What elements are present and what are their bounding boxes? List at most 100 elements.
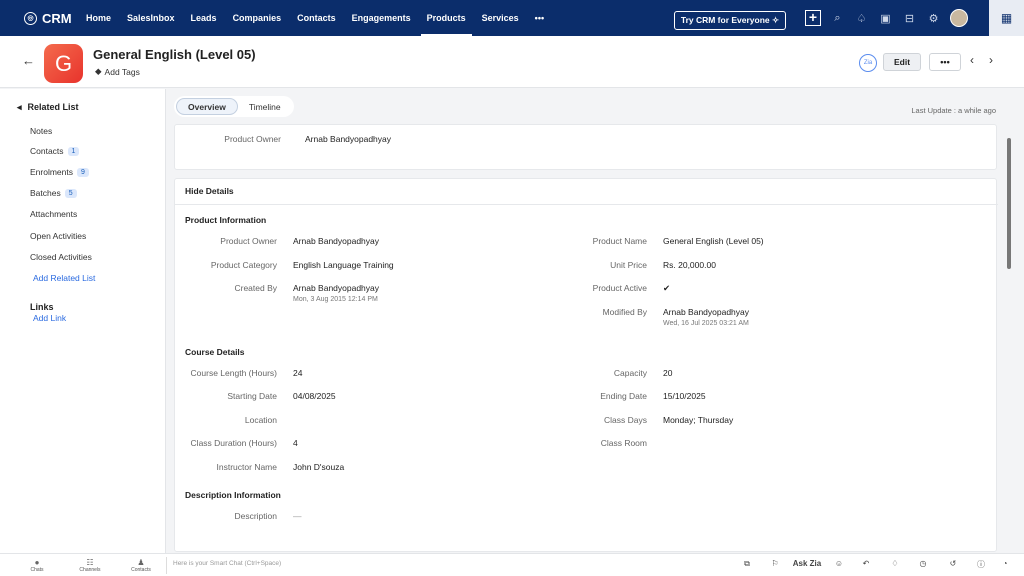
field-label: Capacity — [613, 368, 647, 378]
field-value: 20 — [663, 368, 673, 378]
contacts-label: Contacts — [131, 567, 151, 573]
announce-icon[interactable]: ⚐ — [766, 559, 784, 568]
topbar-icons: + ⌕ ♤ ▣ ⊟ ⚙ — [805, 9, 968, 27]
notification-bell-icon[interactable]: ♤ — [854, 11, 869, 26]
divider — [175, 204, 998, 205]
record-tabs: Overview Timeline — [174, 96, 294, 117]
field-value: Monday; Thursday — [663, 415, 734, 425]
field-label: Product Name — [592, 236, 647, 246]
channels-button[interactable]: ☷ Channels — [75, 558, 105, 573]
scrollbar-thumb[interactable] — [1007, 138, 1011, 269]
alarm-icon[interactable]: ◷ — [914, 559, 932, 568]
tab-timeline[interactable]: Timeline — [238, 98, 292, 115]
count-badge: 1 — [67, 146, 80, 156]
field-label: Ending Date — [600, 391, 647, 401]
summary-owner-value: Arnab Bandyopadhyay — [305, 134, 392, 144]
edit-button[interactable]: Edit — [883, 53, 921, 71]
create-plus-icon[interactable]: + — [805, 10, 821, 26]
sidebar-item-label: Batches — [30, 188, 61, 198]
add-link[interactable]: Add Link — [33, 313, 66, 323]
sidebar-item-open-activities[interactable]: Open Activities — [30, 231, 86, 241]
screenshot-icon[interactable]: ⧉ — [738, 559, 756, 569]
add-related-list-link[interactable]: Add Related List — [33, 273, 95, 283]
related-list-title[interactable]: ◂ Related List — [17, 102, 79, 113]
sidebar-item-enrolments[interactable]: Enrolments 9 — [30, 167, 89, 177]
history-icon[interactable]: ↺ — [944, 559, 962, 568]
contacts-icon: ♟ — [137, 558, 145, 567]
contacts-button[interactable]: ♟ Contacts — [126, 558, 156, 573]
nav-leads[interactable]: Leads — [183, 0, 225, 36]
sidebar-item-label: Attachments — [30, 209, 78, 219]
ask-zia-button[interactable]: Ask Zia — [792, 559, 822, 568]
chat-icon: ● — [34, 558, 40, 567]
field-value: Arnab Bandyopadhyay — [663, 307, 750, 317]
sidebar-item-batches[interactable]: Batches 5 — [30, 188, 77, 198]
back-arrow-icon[interactable]: ← — [22, 53, 35, 68]
marketplace-icon[interactable]: ⊟ — [902, 11, 917, 26]
sidebar-item-label: Closed Activities — [30, 252, 92, 262]
channels-icon: ☷ — [86, 558, 94, 567]
add-tags-link[interactable]: ◆ Add Tags — [95, 66, 140, 77]
nav-contacts[interactable]: Contacts — [289, 0, 344, 36]
prev-record-icon[interactable]: ‹ — [970, 53, 974, 67]
settings-gear-icon[interactable]: ⚙ — [926, 11, 941, 26]
field-value: Arnab Bandyopadhyay — [293, 236, 380, 246]
bottom-bar: ● Chats ☷ Channels ♟ Contacts Here is your … — [0, 553, 1024, 576]
nav-salesinbox[interactable]: SalesInbox — [119, 0, 183, 36]
product-avatar: G — [44, 44, 83, 83]
sidebar-item-label: Notes — [30, 126, 53, 136]
user-avatar[interactable] — [950, 9, 968, 27]
chats-button[interactable]: ● Chats — [22, 558, 52, 573]
info-icon[interactable]: ⓘ — [972, 559, 990, 570]
field-value: 24 — [293, 368, 303, 378]
crm-logo[interactable]: ◎ CRM — [0, 11, 72, 26]
summary-card: Product Owner Arnab Bandyopadhyay — [174, 124, 997, 170]
scrollbar[interactable] — [1005, 124, 1013, 550]
crm-logo-icon: ◎ — [24, 11, 37, 25]
next-record-icon[interactable]: › — [989, 53, 993, 67]
sidebar-item-label: Open Activities — [30, 231, 87, 241]
calendar-icon[interactable]: ▣ — [878, 11, 893, 26]
channels-label: Channels — [79, 567, 101, 573]
collapse-icon[interactable]: ◂ — [17, 102, 22, 113]
tab-overview[interactable]: Overview — [176, 98, 238, 115]
field-label: Product Owner — [220, 236, 277, 246]
undo-icon[interactable]: ↶ — [857, 559, 875, 568]
zia-icon[interactable]: Zia — [859, 54, 877, 72]
field-value: — — [293, 511, 302, 521]
sidebar-item-notes[interactable]: Notes — [30, 126, 52, 136]
feedback-icon[interactable]: ☺ — [830, 559, 848, 568]
sidebar-item-contacts[interactable]: Contacts 1 — [30, 146, 80, 156]
app-name: CRM — [42, 10, 72, 26]
field-label: Product Category — [210, 260, 277, 270]
sidebar-item-attachments[interactable]: Attachments — [30, 209, 77, 219]
details-card: Hide Details Product Information Product… — [174, 178, 998, 552]
apps-grid-icon[interactable]: ▦ — [989, 0, 1024, 36]
nav-products[interactable]: Products — [419, 0, 474, 36]
last-update-text: Last Update : a while ago — [911, 106, 996, 115]
related-list-label: Related List — [27, 102, 79, 112]
try-crm-button[interactable]: Try CRM for Everyone ✧ — [674, 11, 786, 30]
field-label: Location — [244, 415, 277, 425]
nav-services[interactable]: Services — [474, 0, 527, 36]
field-label: Class Room — [600, 438, 647, 448]
checkmark-icon: ✔ — [663, 283, 671, 293]
field-value: English Language Training — [293, 260, 394, 270]
hide-details-toggle[interactable]: Hide Details — [185, 186, 234, 196]
nav-companies[interactable]: Companies — [225, 0, 290, 36]
nav-more-button[interactable]: ••• — [527, 0, 552, 36]
instructor-link[interactable]: John D'souza — [293, 462, 344, 472]
nav-home[interactable]: Home — [78, 0, 119, 36]
search-icon[interactable]: ⌕ — [830, 11, 845, 26]
more-actions-button[interactable]: ••• — [929, 53, 961, 71]
help-icon[interactable]: ◔ — [996, 559, 1014, 568]
sidebar-item-label: Contacts — [30, 146, 64, 156]
add-tags-label: Add Tags — [104, 66, 140, 77]
field-value: Rs. 20,000.00 — [663, 260, 716, 270]
smart-chat-input[interactable]: Here is your Smart Chat (Ctrl+Space) — [173, 560, 281, 567]
summary-owner-label: Product Owner — [224, 134, 281, 144]
sidebar-item-closed-activities[interactable]: Closed Activities — [30, 252, 92, 262]
zia-notify-icon[interactable]: ♢ — [886, 559, 904, 568]
nav-engagements[interactable]: Engagements — [344, 0, 419, 36]
top-navbar: ◎ CRM Home SalesInbox Leads Companies Con… — [0, 0, 1024, 36]
